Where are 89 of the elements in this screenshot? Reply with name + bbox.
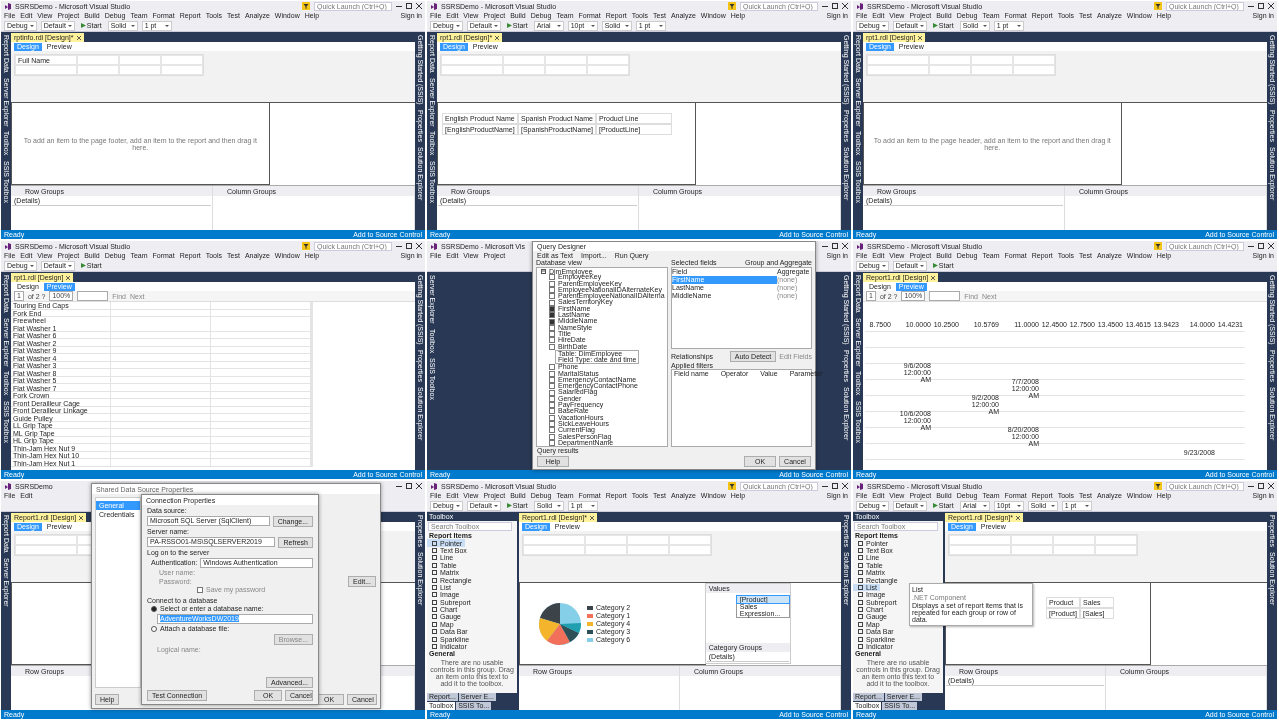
minimize-icon[interactable] — [1248, 3, 1254, 9]
close-icon[interactable] — [1016, 515, 1020, 520]
filter-icon — [302, 2, 310, 10]
close-icon[interactable] — [79, 515, 84, 520]
maximize-icon[interactable] — [832, 483, 838, 489]
play-icon — [80, 263, 86, 268]
visual-studio-logo-icon — [430, 2, 437, 10]
maximize-icon[interactable] — [832, 243, 838, 249]
minimize-icon[interactable] — [396, 243, 402, 249]
close-icon[interactable] — [842, 243, 848, 249]
play-icon — [932, 263, 938, 268]
checkbox[interactable] — [549, 383, 555, 390]
minimize-icon[interactable] — [396, 3, 402, 9]
maximize-icon[interactable] — [406, 483, 412, 489]
visual-studio-logo-icon — [430, 242, 437, 250]
filter-icon — [1154, 482, 1162, 490]
checkbox[interactable] — [197, 586, 203, 593]
filter-icon — [302, 242, 310, 250]
checkbox[interactable] — [549, 421, 555, 428]
filter-icon — [1154, 242, 1162, 250]
checkbox[interactable] — [549, 293, 555, 300]
filter-icon — [1154, 2, 1162, 10]
checkbox[interactable] — [549, 427, 555, 434]
close-icon[interactable] — [66, 275, 71, 280]
minimize-icon[interactable] — [1248, 243, 1254, 249]
radio-button[interactable] — [151, 605, 157, 612]
minimize-icon[interactable] — [822, 243, 828, 249]
checkbox[interactable] — [549, 343, 555, 350]
minimize-icon[interactable] — [822, 3, 828, 9]
visual-studio-logo-icon — [4, 242, 11, 250]
checkbox[interactable] — [549, 377, 555, 383]
checkbox[interactable] — [549, 274, 555, 281]
maximize-icon[interactable] — [406, 3, 412, 9]
maximize-icon[interactable] — [832, 3, 838, 9]
visual-studio-logo-icon — [4, 2, 11, 10]
minimize-icon[interactable] — [396, 483, 402, 489]
close-icon[interactable] — [842, 3, 848, 9]
maximize-icon[interactable] — [1258, 3, 1264, 9]
maximize-icon[interactable] — [406, 243, 412, 249]
checkbox[interactable] — [549, 337, 555, 344]
play-icon — [506, 503, 512, 508]
close-icon[interactable] — [416, 3, 422, 9]
close-icon[interactable] — [1268, 243, 1274, 249]
close-icon[interactable] — [1268, 483, 1274, 489]
close-icon[interactable] — [931, 275, 936, 280]
close-icon[interactable] — [1268, 3, 1274, 9]
checkbox[interactable] — [549, 299, 555, 306]
checkbox[interactable] — [549, 389, 555, 396]
checkbox[interactable] — [549, 287, 555, 294]
close-icon[interactable] — [590, 515, 594, 520]
maximize-icon[interactable] — [1258, 483, 1264, 489]
visual-studio-logo-icon — [430, 482, 437, 490]
filter-icon — [728, 2, 736, 10]
play-icon — [506, 23, 512, 28]
maximize-icon[interactable] — [1258, 243, 1264, 249]
play-icon — [932, 503, 938, 508]
minimize-icon[interactable] — [822, 483, 828, 489]
checkbox[interactable] — [549, 370, 555, 377]
checkbox[interactable] — [549, 433, 555, 440]
find-field[interactable] — [77, 291, 109, 301]
checkbox[interactable] — [549, 364, 555, 371]
checkbox[interactable] — [549, 305, 555, 312]
close-icon[interactable] — [416, 483, 422, 489]
checkbox[interactable] — [549, 414, 555, 421]
visual-studio-logo-icon — [856, 482, 863, 490]
find-field[interactable] — [929, 291, 961, 301]
checkbox[interactable] — [549, 318, 555, 325]
radio-button[interactable] — [151, 625, 157, 632]
checkbox[interactable] — [549, 324, 555, 331]
close-icon[interactable] — [842, 483, 848, 489]
pie-chart-drawing — [538, 601, 582, 646]
close-icon[interactable] — [918, 35, 923, 40]
close-icon[interactable] — [76, 35, 81, 40]
checkbox[interactable] — [549, 408, 555, 415]
visual-studio-logo-icon — [856, 2, 863, 10]
minimize-icon[interactable] — [1248, 483, 1254, 489]
play-icon — [80, 23, 86, 28]
checkbox[interactable] — [549, 402, 555, 409]
checkbox[interactable] — [549, 439, 555, 446]
checkbox[interactable] — [549, 331, 555, 338]
close-icon[interactable] — [416, 243, 422, 249]
checkbox[interactable] — [549, 280, 555, 287]
checkbox[interactable] — [549, 395, 555, 402]
close-icon[interactable] — [495, 35, 500, 40]
filter-icon — [728, 482, 736, 490]
play-icon — [932, 23, 938, 28]
visual-studio-logo-icon — [856, 242, 863, 250]
visual-studio-logo-icon — [4, 482, 11, 490]
checkbox[interactable] — [549, 312, 555, 319]
